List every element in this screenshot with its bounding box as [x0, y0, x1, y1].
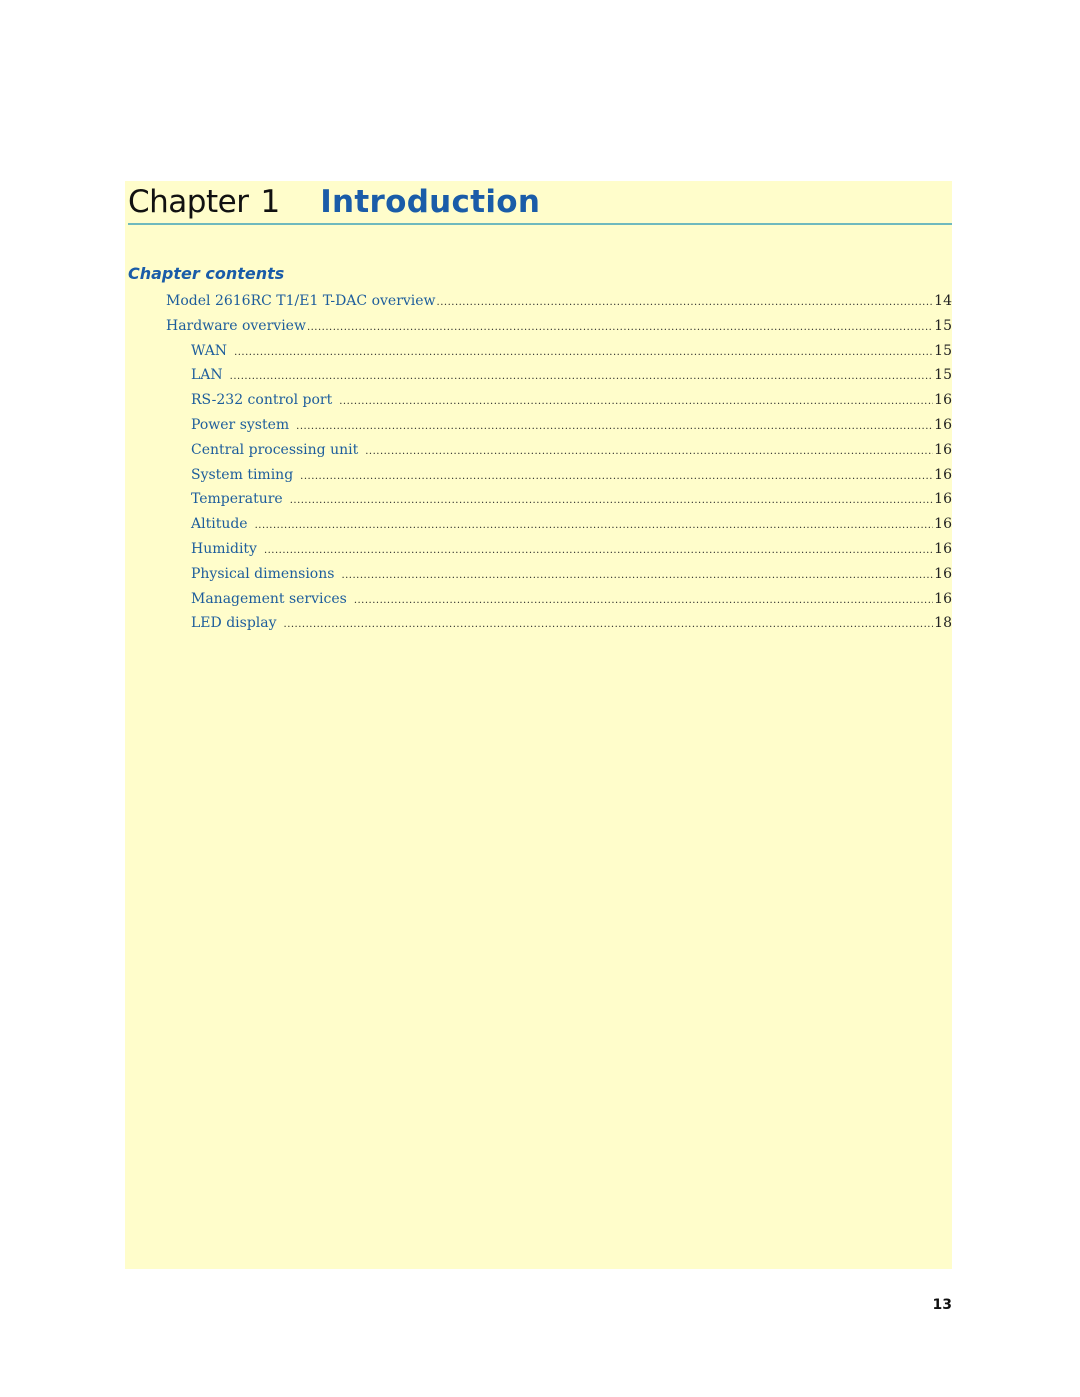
toc-entry-page: 16: [934, 540, 952, 557]
dot-leader: [296, 421, 933, 432]
dot-leader: [354, 595, 933, 606]
toc-entry-page: 16: [934, 590, 952, 607]
toc-entry-label[interactable]: RS-232 control port: [191, 392, 338, 408]
toc-entry[interactable]: Management services 16: [166, 591, 952, 616]
chapter-label: Chapter: [128, 184, 249, 220]
toc-entry[interactable]: Physical dimensions 16: [166, 566, 952, 591]
toc-entry-label[interactable]: WAN: [191, 343, 233, 359]
dot-leader: [365, 446, 933, 457]
dot-leader: [341, 570, 933, 581]
toc-entry[interactable]: RS-232 control port 16: [166, 392, 952, 417]
toc-entry-page: 16: [934, 441, 952, 458]
toc-entry-label[interactable]: Power system: [191, 417, 295, 433]
toc-entry[interactable]: LED display 18: [166, 615, 952, 640]
toc-entry[interactable]: Altitude 16: [166, 516, 952, 541]
toc-entry-label[interactable]: Model 2616RC T1/E1 T-DAC overview: [166, 293, 436, 309]
dot-leader: [264, 545, 933, 556]
toc-entry-page: 18: [934, 615, 952, 632]
toc-entry-page: 16: [934, 491, 952, 508]
toc-entry-label[interactable]: Altitude: [191, 516, 254, 532]
toc-entry[interactable]: WAN 15: [166, 343, 952, 368]
toc-entry-page: 14: [934, 293, 952, 309]
toc-entry-label[interactable]: Central processing unit: [191, 442, 364, 458]
toc-entry-label[interactable]: Humidity: [191, 541, 263, 557]
toc-entry[interactable]: Temperature 16: [166, 491, 952, 516]
toc-entry-label[interactable]: Temperature: [191, 491, 289, 507]
toc-entry-label[interactable]: System timing: [191, 467, 299, 483]
toc-entry-label[interactable]: Management services: [191, 591, 353, 607]
toc-entry-page: 16: [934, 565, 952, 582]
dot-leader: [255, 520, 934, 531]
dot-leader: [290, 495, 933, 506]
toc-entry-page: 15: [934, 367, 952, 384]
page-number: 13: [932, 1297, 952, 1313]
toc-entry[interactable]: System timing 16: [166, 467, 952, 492]
toc-entry-label[interactable]: LAN: [191, 367, 229, 383]
toc-entry-label[interactable]: LED display: [191, 615, 283, 631]
toc-entry-page: 16: [934, 466, 952, 483]
toc-entry-label[interactable]: Physical dimensions: [191, 566, 340, 582]
toc-entry[interactable]: Model 2616RC T1/E1 T-DAC overview 14: [166, 293, 952, 318]
chapter-rule: [128, 223, 952, 225]
chapter-number: 1: [260, 184, 281, 220]
dot-leader: [300, 471, 933, 482]
toc-entry-page: 16: [934, 416, 952, 433]
toc-entry-label[interactable]: Hardware overview: [166, 318, 306, 334]
chapter-header: Chapter 1 Introduction: [128, 180, 952, 224]
dot-leader: [307, 322, 933, 333]
toc-entry[interactable]: Central processing unit 16: [166, 442, 952, 467]
dot-leader: [234, 347, 933, 358]
toc-entry[interactable]: Power system 16: [166, 417, 952, 442]
chapter-contents-heading: Chapter contents: [128, 264, 285, 283]
toc-entry-page: 16: [934, 516, 952, 533]
toc-entry[interactable]: LAN 15: [166, 367, 952, 392]
dot-leader: [437, 297, 934, 308]
toc-entry-page: 15: [934, 317, 952, 334]
toc-entry-page: 15: [934, 342, 952, 359]
toc-entry-page: 16: [934, 392, 952, 409]
toc-entry[interactable]: Humidity 16: [166, 541, 952, 566]
dot-leader: [230, 371, 934, 382]
toc-entry[interactable]: Hardware overview 15: [166, 318, 952, 343]
dot-leader: [339, 396, 933, 407]
table-of-contents: Model 2616RC T1/E1 T-DAC overview 14 Hard…: [166, 293, 952, 640]
chapter-title: Introduction: [320, 184, 541, 220]
dot-leader: [284, 619, 934, 630]
